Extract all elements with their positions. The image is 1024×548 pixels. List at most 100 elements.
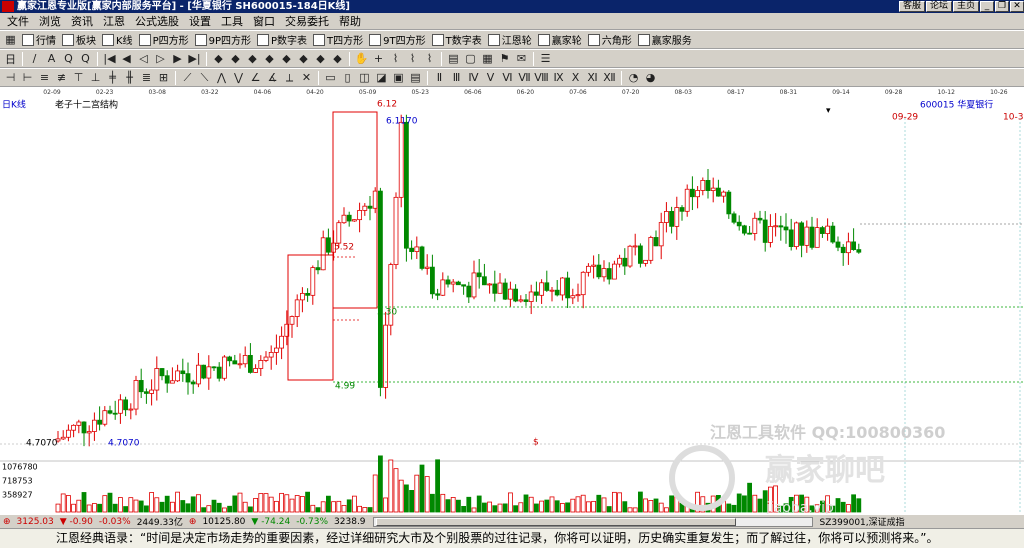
angle8-icon[interactable]: ✕ bbox=[299, 70, 315, 85]
flag-icon[interactable]: ⚑ bbox=[497, 51, 513, 66]
homepage-button[interactable]: 主页 bbox=[952, 1, 979, 12]
draw10-icon[interactable]: ⊞ bbox=[156, 70, 172, 85]
restore-icon[interactable]: ❐ bbox=[995, 1, 1009, 12]
diamond-icon[interactable]: ◆ bbox=[211, 51, 227, 66]
forum-button[interactable]: 论坛 bbox=[925, 1, 952, 12]
fib9-icon[interactable]: Ⅹ bbox=[568, 70, 584, 85]
menu-formula[interactable]: 公式选股 bbox=[130, 14, 184, 29]
fib8-icon[interactable]: Ⅸ bbox=[551, 70, 567, 85]
scroll-thumb[interactable] bbox=[375, 517, 736, 526]
toolbar-p-square-button[interactable]: P四方形 bbox=[136, 32, 192, 48]
minimize-icon[interactable]: _ bbox=[980, 1, 994, 12]
hand-icon[interactable]: ✋ bbox=[354, 51, 370, 66]
window-icon[interactable]: ▢ bbox=[463, 51, 479, 66]
color-icon[interactable]: ◕ bbox=[643, 70, 659, 85]
diamond6-icon[interactable]: ◆ bbox=[296, 51, 312, 66]
toolbar-hexagon-button[interactable]: 六角形 bbox=[585, 32, 635, 48]
diamond7-icon[interactable]: ◆ bbox=[313, 51, 329, 66]
fib3-icon[interactable]: Ⅳ bbox=[466, 70, 482, 85]
angle2-icon[interactable]: ⟍ bbox=[197, 70, 213, 85]
box3-icon[interactable]: ◫ bbox=[357, 70, 373, 85]
prev-icon[interactable]: ◀ bbox=[119, 51, 135, 66]
menu-trade[interactable]: 交易委托 bbox=[280, 14, 334, 29]
angle5-icon[interactable]: ∠ bbox=[248, 70, 264, 85]
diamond8-icon[interactable]: ◆ bbox=[330, 51, 346, 66]
toolbar-kline-button[interactable]: K线 bbox=[99, 32, 136, 48]
diamond5-icon[interactable]: ◆ bbox=[279, 51, 295, 66]
box2-icon[interactable]: ▯ bbox=[340, 70, 356, 85]
box5-icon[interactable]: ▣ bbox=[391, 70, 407, 85]
draw4-icon[interactable]: ≢ bbox=[54, 70, 70, 85]
draw3-icon[interactable]: ≡ bbox=[37, 70, 53, 85]
angle4-icon[interactable]: ⋁ bbox=[231, 70, 247, 85]
fib4-icon[interactable]: Ⅴ bbox=[483, 70, 499, 85]
draw7-icon[interactable]: ╪ bbox=[105, 70, 121, 85]
left-icon[interactable]: ◁ bbox=[136, 51, 152, 66]
chart3-icon[interactable]: ⌇ bbox=[405, 51, 421, 66]
last-icon[interactable]: ▶| bbox=[187, 51, 203, 66]
draw6-icon[interactable]: ⊥ bbox=[88, 70, 104, 85]
fib6-icon[interactable]: Ⅶ bbox=[517, 70, 533, 85]
line-icon[interactable]: ∕ bbox=[27, 51, 43, 66]
toolbar-t-table-button[interactable]: T数字表 bbox=[429, 32, 485, 48]
angle1-icon[interactable]: ⟋ bbox=[180, 70, 196, 85]
toolbar-gann-wheel-button[interactable]: 江恩轮 bbox=[485, 32, 535, 48]
grid-icon[interactable]: ▦ bbox=[3, 32, 19, 47]
toolbar-t-square-button[interactable]: T四方形 bbox=[310, 32, 366, 48]
diamond2-icon[interactable]: ◆ bbox=[228, 51, 244, 66]
angle3-icon[interactable]: ⋀ bbox=[214, 70, 230, 85]
list-icon[interactable]: ☰ bbox=[538, 51, 554, 66]
close-icon[interactable]: ✕ bbox=[1010, 1, 1024, 12]
toolbar-winner-wheel-button[interactable]: 赢家轮 bbox=[535, 32, 585, 48]
mail-icon[interactable]: ✉ bbox=[514, 51, 530, 66]
period-icon[interactable]: 日 bbox=[3, 51, 19, 66]
table-icon[interactable]: ▤ bbox=[446, 51, 462, 66]
draw8-icon[interactable]: ╫ bbox=[122, 70, 138, 85]
box1-icon[interactable]: ▭ bbox=[323, 70, 339, 85]
chart2-icon[interactable]: ⌇ bbox=[388, 51, 404, 66]
chart4-icon[interactable]: ⌇ bbox=[422, 51, 438, 66]
toolbar-service-button[interactable]: 赢家服务 bbox=[635, 32, 695, 48]
calc-icon[interactable]: ▦ bbox=[480, 51, 496, 66]
fib1-icon[interactable]: Ⅱ bbox=[432, 70, 448, 85]
angle7-icon[interactable]: ⟂ bbox=[282, 70, 298, 85]
diamond4-icon[interactable]: ◆ bbox=[262, 51, 278, 66]
pie-icon[interactable]: ◔ bbox=[626, 70, 642, 85]
toolbar-sector-button[interactable]: 板块 bbox=[59, 32, 99, 48]
fib7-icon[interactable]: Ⅷ bbox=[534, 70, 550, 85]
menu-help[interactable]: 帮助 bbox=[334, 14, 366, 29]
menu-browse[interactable]: 浏览 bbox=[34, 14, 66, 29]
toolbar-9t-square-button[interactable]: 9T四方形 bbox=[366, 32, 428, 48]
toolbar-quotes-button[interactable]: 行情 bbox=[19, 32, 59, 48]
next-icon[interactable]: ▶ bbox=[170, 51, 186, 66]
zoom-out-icon[interactable]: Q bbox=[78, 51, 94, 66]
fib2-icon[interactable]: Ⅲ bbox=[449, 70, 465, 85]
menu-news[interactable]: 资讯 bbox=[66, 14, 98, 29]
menu-window[interactable]: 窗口 bbox=[248, 14, 280, 29]
menu-tools[interactable]: 工具 bbox=[216, 14, 248, 29]
box6-icon[interactable]: ▤ bbox=[408, 70, 424, 85]
toolbar-p-table-button[interactable]: P数字表 bbox=[254, 32, 310, 48]
right-icon[interactable]: ▷ bbox=[153, 51, 169, 66]
toolbar-9p-square-button[interactable]: 9P四方形 bbox=[192, 32, 254, 48]
draw9-icon[interactable]: ≣ bbox=[139, 70, 155, 85]
horizontal-scrollbar[interactable] bbox=[372, 516, 813, 527]
kline-chart[interactable]: 日K线 老子十二宫结构 600015 华夏银行 09-29 10-3 6.12 6.1170… bbox=[0, 98, 1024, 516]
draw1-icon[interactable]: ⊣ bbox=[3, 70, 19, 85]
box4-icon[interactable]: ◪ bbox=[374, 70, 390, 85]
draw2-icon[interactable]: ⊢ bbox=[20, 70, 36, 85]
fib10-icon[interactable]: Ⅺ bbox=[585, 70, 601, 85]
draw5-icon[interactable]: ⊤ bbox=[71, 70, 87, 85]
fib5-icon[interactable]: Ⅵ bbox=[500, 70, 516, 85]
text-icon[interactable]: A bbox=[44, 51, 60, 66]
menu-settings[interactable]: 设置 bbox=[184, 14, 216, 29]
service-button[interactable]: 客服 bbox=[898, 1, 925, 12]
angle6-icon[interactable]: ∡ bbox=[265, 70, 281, 85]
first-icon[interactable]: |◀ bbox=[102, 51, 118, 66]
zoom-in-icon[interactable]: Q bbox=[61, 51, 77, 66]
menu-gann[interactable]: 江恩 bbox=[98, 14, 130, 29]
menu-file[interactable]: 文件 bbox=[2, 14, 34, 29]
cross-icon[interactable]: + bbox=[371, 51, 387, 66]
fib11-icon[interactable]: Ⅻ bbox=[602, 70, 618, 85]
diamond3-icon[interactable]: ◆ bbox=[245, 51, 261, 66]
